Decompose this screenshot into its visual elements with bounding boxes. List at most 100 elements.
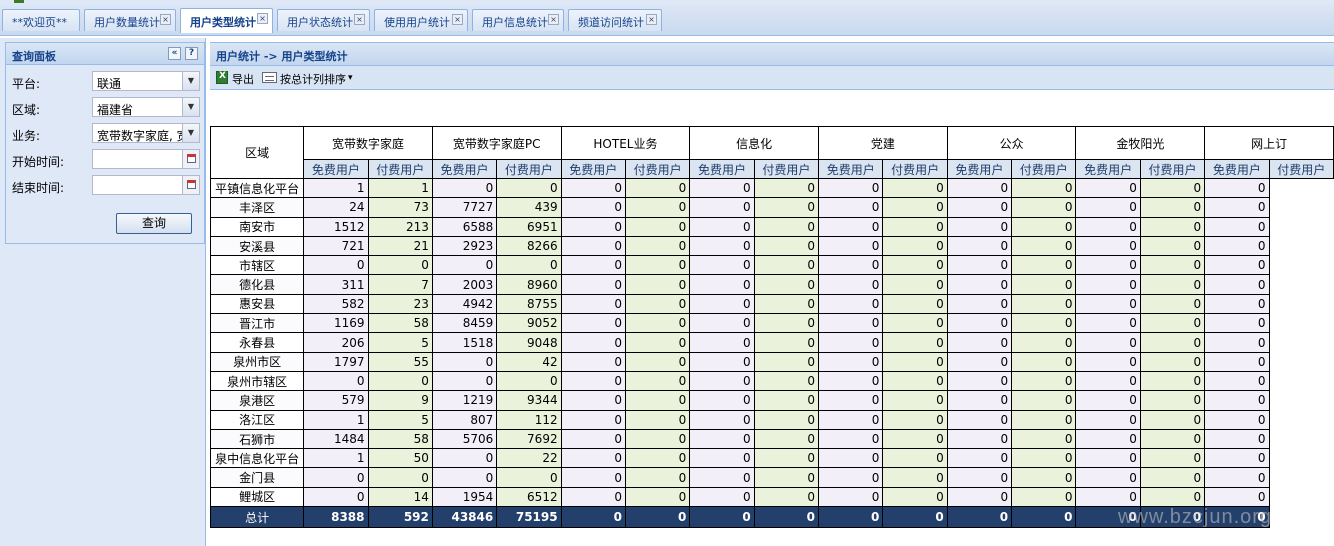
start-time-field[interactable] [92,149,200,169]
paid-users-cell: 0 [1011,235,1077,257]
sort-dropdown-arrow-icon[interactable]: ▾ [348,73,353,83]
paid-users-header[interactable]: 付费用户 [882,159,948,179]
table-row[interactable]: 晋江市 1169 58 8459 9052 0 0 0 0 0 0 0 0 0 0 0 [209,313,1334,334]
tab-6[interactable]: 频道访问统计 × [568,9,662,31]
group-header[interactable]: HOTEL业务 [560,126,691,160]
free-users-cell: 0 [1075,467,1141,488]
tab-0[interactable]: **欢迎页** [2,9,80,31]
free-users-cell: 0 [689,274,755,295]
paid-users-header[interactable]: 付费用户 [624,159,691,179]
collapse-panel-icon[interactable]: « [168,47,181,60]
table-row[interactable]: 鲤城区 0 14 1954 6512 0 0 0 0 0 0 0 0 0 0 0 [209,486,1334,508]
table-row[interactable]: 泉州市辖区 0 0 0 0 0 0 0 0 0 0 0 0 0 0 0 [209,370,1334,392]
sort-by-total-button[interactable]: 按总计列排序 [280,71,346,87]
tab-2[interactable]: 用户类型统计 × [180,8,273,33]
query-panel-header: 查询面板 « ? [6,43,204,65]
free-users-cell: 0 [946,293,1013,315]
free-users-cell: 0 [1075,390,1141,411]
table-row[interactable]: 洛江区 1 5 807 112 0 0 0 0 0 0 0 0 0 0 0 [209,409,1334,430]
free-users-header[interactable]: 免费用户 [431,159,498,179]
table-row[interactable]: 惠安县 582 23 4942 8755 0 0 0 0 0 0 0 0 0 0 0 [209,293,1334,315]
paid-users-cell: 8960 [496,274,562,295]
table-row[interactable]: 泉州市区 1797 55 0 42 0 0 0 0 0 0 0 0 0 0 0 [209,351,1334,372]
region-select[interactable]: 福建省 ▼ [92,97,200,117]
paid-users-header[interactable]: 付费用户 [1011,159,1077,179]
table-row[interactable]: 南安市 1512 213 6588 6951 0 0 0 0 0 0 0 0 0 0 0 [209,216,1334,237]
close-icon[interactable]: × [646,14,657,25]
paid-users-header[interactable]: 付费用户 [1268,159,1334,179]
free-users-cell: 579 [303,390,369,411]
group-header[interactable]: 信息化 [689,126,820,160]
paid-users-header[interactable]: 付费用户 [1139,159,1206,179]
paid-users-header[interactable]: 付费用户 [367,159,433,179]
tab-3[interactable]: 用户状态统计 × [277,9,370,31]
paid-users-header[interactable]: 付费用户 [753,159,820,179]
table-row[interactable]: 平镇信息化平台 1 1 0 0 0 0 0 0 0 0 0 0 0 0 0 [209,177,1334,199]
table-row[interactable]: 泉港区 579 9 1219 9344 0 0 0 0 0 0 0 0 0 0 0 [209,390,1334,411]
chevron-down-icon[interactable]: ▼ [182,72,199,90]
tab-4[interactable]: 使用用户统计 × [374,9,468,31]
free-users-header[interactable]: 免费用户 [303,159,369,179]
group-header[interactable]: 宽带数字家庭 [303,126,433,160]
paid-users-cell: 0 [496,177,562,199]
calendar-icon[interactable] [182,176,199,194]
paid-users-cell: 0 [1011,448,1077,469]
export-button[interactable]: 导出 [232,71,254,87]
free-users-header[interactable]: 免费用户 [1204,159,1270,179]
free-users-cell: 0 [560,448,626,469]
tab-5[interactable]: 用户信息统计 × [472,9,564,31]
excel-icon[interactable] [216,71,228,84]
group-header[interactable]: 公众 [946,126,1077,160]
close-icon[interactable]: × [354,14,365,25]
group-header[interactable]: 党建 [818,126,948,160]
table-row[interactable]: 德化县 311 7 2003 8960 0 0 0 0 0 0 0 0 0 0 0 [209,274,1334,295]
chevron-down-icon[interactable]: ▼ [182,98,199,116]
free-users-cell: 24 [303,197,369,218]
tab-1[interactable]: 用户数量统计 × [84,9,176,31]
platform-select[interactable]: 联通 ▼ [92,71,200,91]
table-row[interactable]: 安溪县 721 21 2923 8266 0 0 0 0 0 0 0 0 0 0 0 [209,235,1334,257]
group-header[interactable]: 金牧阳光 [1075,126,1206,160]
paid-users-cell: 439 [496,197,562,218]
table-row[interactable]: 丰泽区 24 73 7727 439 0 0 0 0 0 0 0 0 0 0 0 [209,197,1334,218]
table-row[interactable]: 石狮市 1484 58 5706 7692 0 0 0 0 0 0 0 0 0 0 0 [209,428,1334,450]
table-row[interactable]: 金门县 0 0 0 0 0 0 0 0 0 0 0 0 0 0 0 [209,467,1334,488]
table-row[interactable]: 市辖区 0 0 0 0 0 0 0 0 0 0 0 0 0 0 0 [209,255,1334,276]
free-users-cell: 0 [560,235,626,257]
free-users-header[interactable]: 免费用户 [1075,159,1141,179]
group-header[interactable]: 网上订 [1204,126,1334,160]
free-users-cell: 0 [560,313,626,334]
free-users-cell: 0 [560,351,626,372]
help-icon[interactable]: ? [185,47,198,60]
free-users-cell: 5706 [431,428,498,450]
close-icon[interactable]: × [160,14,171,25]
free-users-cell: 0 [818,428,884,450]
free-users-cell: 0 [560,274,626,295]
paid-users-header[interactable]: 付费用户 [496,159,562,179]
free-users-header[interactable]: 免费用户 [818,159,884,179]
sort-icon[interactable] [262,72,277,83]
free-users-header[interactable]: 免费用户 [560,159,626,179]
free-users-header[interactable]: 免费用户 [946,159,1013,179]
close-icon[interactable]: × [257,13,268,24]
close-icon[interactable]: × [548,14,559,25]
business-select-value: 宽带数字家庭, 宽 [97,129,189,143]
group-header[interactable]: 宽带数字家庭PC [431,126,562,160]
paid-users-cell: 0 [882,428,948,450]
free-users-header[interactable]: 免费用户 [689,159,755,179]
business-select[interactable]: 宽带数字家庭, 宽 ▼ [92,123,200,143]
main-panel-header: 用户统计 -> 用户类型统计 [210,42,1334,66]
table-row[interactable]: 永春县 206 5 1518 9048 0 0 0 0 0 0 0 0 0 0 0 [209,332,1334,353]
chevron-down-icon[interactable]: ▼ [182,124,199,142]
region-cell: 鲤城区 [209,486,305,508]
query-button[interactable]: 查询 [116,213,192,234]
table-row[interactable]: 泉中信息化平台 1 50 0 22 0 0 0 0 0 0 0 0 0 0 0 [209,448,1334,469]
calendar-icon[interactable] [182,150,199,168]
close-icon[interactable]: × [452,14,463,25]
free-users-cell: 0 [818,448,884,469]
end-time-field[interactable] [92,175,200,195]
region-column-header[interactable]: 区域 [209,126,305,179]
paid-users-cell: 0 [1139,197,1206,218]
watermark: www.bzcjun.org [1118,506,1273,528]
free-users-cell: 0 [1204,332,1270,353]
